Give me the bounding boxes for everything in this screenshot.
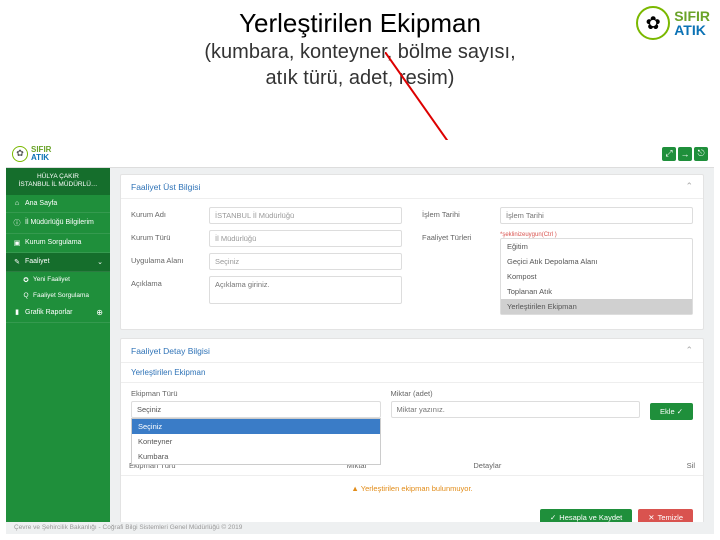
select-value: Seçiniz — [131, 401, 381, 418]
footer-text: Çevre ve Şehircilik Bakanlığı - Coğrafi … — [6, 521, 714, 534]
slide-subtitle-2: atık türü, adet, resim) — [0, 65, 720, 91]
forward-button[interactable]: → — [678, 147, 692, 161]
content-area: Faaliyet Üst Bilgisi ⌃ Kurum Adı Kurum Tü… — [110, 168, 714, 522]
list-option[interactable]: Geçici Atık Depolama Alanı — [501, 254, 692, 269]
app-logo-l2: ATIK — [31, 154, 51, 162]
label-islem-tarihi: İşlem Tarihi — [422, 207, 492, 224]
chart-icon: ▮ — [13, 308, 21, 316]
label-aciklama: Açıklama — [131, 276, 201, 306]
dropdown-options: Seçiniz Konteyner Kumbara — [131, 418, 381, 465]
fullscreen-button[interactable]: ⤢ — [662, 147, 676, 161]
logo-line2: ATIK — [674, 23, 710, 37]
grid-icon: ▣ — [13, 239, 21, 247]
flower-icon: ✿ — [12, 146, 28, 162]
chevron-up-icon[interactable]: ⌃ — [685, 345, 693, 356]
sidebar-label: Ana Sayfa — [25, 200, 57, 207]
sidebar-item-grafik[interactable]: ▮ Grafik Raporlar ⊕ — [6, 303, 110, 323]
sidebar-label: Grafik Raporlar — [25, 309, 72, 316]
app-window: ✿ SIFIRATIK ⤢ → ⎋ HÜLYA ÇAKIR İSTANBUL İ… — [6, 140, 714, 534]
list-option-selected[interactable]: Yerleştirilen Ekipman — [501, 299, 692, 314]
flower-icon: ✿ — [636, 6, 670, 40]
empty-message: Yerleştirilen ekipman bulunmuyor. — [121, 476, 703, 501]
sidebar-item-faaliyet[interactable]: ✎ Faaliyet ⌄ — [6, 253, 110, 272]
sidebar-item-kurum[interactable]: ▣ Kurum Sorgulama — [6, 234, 110, 253]
input-kurum-adi[interactable] — [209, 207, 402, 224]
select-uyg-alani[interactable]: Seçiniz — [209, 253, 402, 270]
expand-icon: ⊕ — [96, 308, 103, 317]
sidebar-sub-label: Faaliyet Sorgulama — [33, 292, 89, 299]
list-option[interactable]: Toplanan Atık — [501, 284, 692, 299]
dropdown-option[interactable]: Seçiniz — [132, 419, 380, 434]
sidebar-sub-sorgu[interactable]: QFaaliyet Sorgulama — [6, 288, 110, 303]
list-option[interactable]: Eğitim — [501, 239, 692, 254]
sidebar-item-home[interactable]: ⌂ Ana Sayfa — [6, 195, 110, 213]
label-kurum-turu: Kurum Türü — [131, 230, 201, 247]
col-detay: Detaylar — [465, 456, 618, 476]
textarea-aciklama[interactable] — [209, 276, 402, 304]
dropdown-option[interactable]: Kumbara — [132, 449, 380, 464]
panel-title: Faaliyet Üst Bilgisi — [131, 182, 200, 192]
user-org: İSTANBUL İL MÜDÜRLÜ… — [11, 181, 105, 189]
slide-subtitle-1: (kumbara, konteyner, bölme sayısı, — [0, 39, 720, 65]
listbox-faaliyet-turleri[interactable]: Eğitim Geçici Atık Depolama Alanı Kompos… — [500, 238, 693, 315]
chevron-up-icon[interactable]: ⌃ — [685, 181, 693, 192]
label-faaliyet-turleri: Faaliyet Türleri — [422, 230, 492, 315]
col-sil: Sil — [618, 456, 703, 476]
panel-detay: Faaliyet Detay Bilgisi ⌃ Yerleştirilen Ek… — [120, 338, 704, 522]
edit-icon: ✎ — [13, 258, 21, 266]
panel-title: Faaliyet Detay Bilgisi — [131, 346, 210, 356]
label-ekip-turu: Ekipman Türü — [131, 389, 381, 398]
slide-title: Yerleştirilen Ekipman — [0, 0, 720, 39]
sidebar-user: HÜLYA ÇAKIR İSTANBUL İL MÜDÜRLÜ… — [6, 168, 110, 195]
corner-logo: ✿ SIFIRATIK — [636, 6, 710, 40]
sidebar-label: İl Müdürlüğü Bilgilerim — [25, 219, 94, 226]
input-miktar[interactable] — [391, 401, 641, 418]
home-icon: ⌂ — [13, 200, 21, 207]
sidebar-label: Faaliyet — [25, 258, 50, 265]
input-islem-tarihi[interactable] — [500, 207, 693, 224]
label-kurum-adi: Kurum Adı — [131, 207, 201, 224]
star-icon: ✪ — [22, 276, 30, 284]
logo-line1: SIFIR — [674, 9, 710, 23]
sidebar-item-info[interactable]: ⓘ İl Müdürlüğü Bilgilerim — [6, 213, 110, 234]
sidebar-label: Kurum Sorgulama — [25, 239, 81, 246]
section-title: Yerleştirilen Ekipman — [121, 363, 703, 383]
exit-button[interactable]: ⎋ — [694, 147, 708, 161]
add-button[interactable]: Ekle ✓ — [650, 403, 693, 420]
info-icon: ⓘ — [13, 218, 21, 228]
topbar: ✿ SIFIRATIK ⤢ → ⎋ — [6, 140, 714, 168]
dropdown-option[interactable]: Konteyner — [132, 434, 380, 449]
list-option[interactable]: Kompost — [501, 269, 692, 284]
chevron-down-icon: ⌄ — [97, 258, 103, 266]
sidebar: HÜLYA ÇAKIR İSTANBUL İL MÜDÜRLÜ… ⌂ Ana Sa… — [6, 168, 110, 522]
app-logo: ✿ SIFIRATIK — [12, 146, 51, 162]
label-uyg-alani: Uygulama Alanı — [131, 253, 201, 270]
sidebar-sub-yeni[interactable]: ✪Yeni Faaliyet — [6, 272, 110, 288]
panel-ust-bilgi: Faaliyet Üst Bilgisi ⌃ Kurum Adı Kurum Tü… — [120, 174, 704, 330]
select-ekip-turu[interactable]: Seçiniz Seçiniz Konteyner Kumbara — [131, 401, 381, 418]
search-icon: Q — [22, 292, 30, 299]
label-miktar: Miktar (adet) — [391, 389, 641, 398]
sidebar-sub-label: Yeni Faaliyet — [33, 276, 70, 283]
input-kurum-turu[interactable] — [209, 230, 402, 247]
